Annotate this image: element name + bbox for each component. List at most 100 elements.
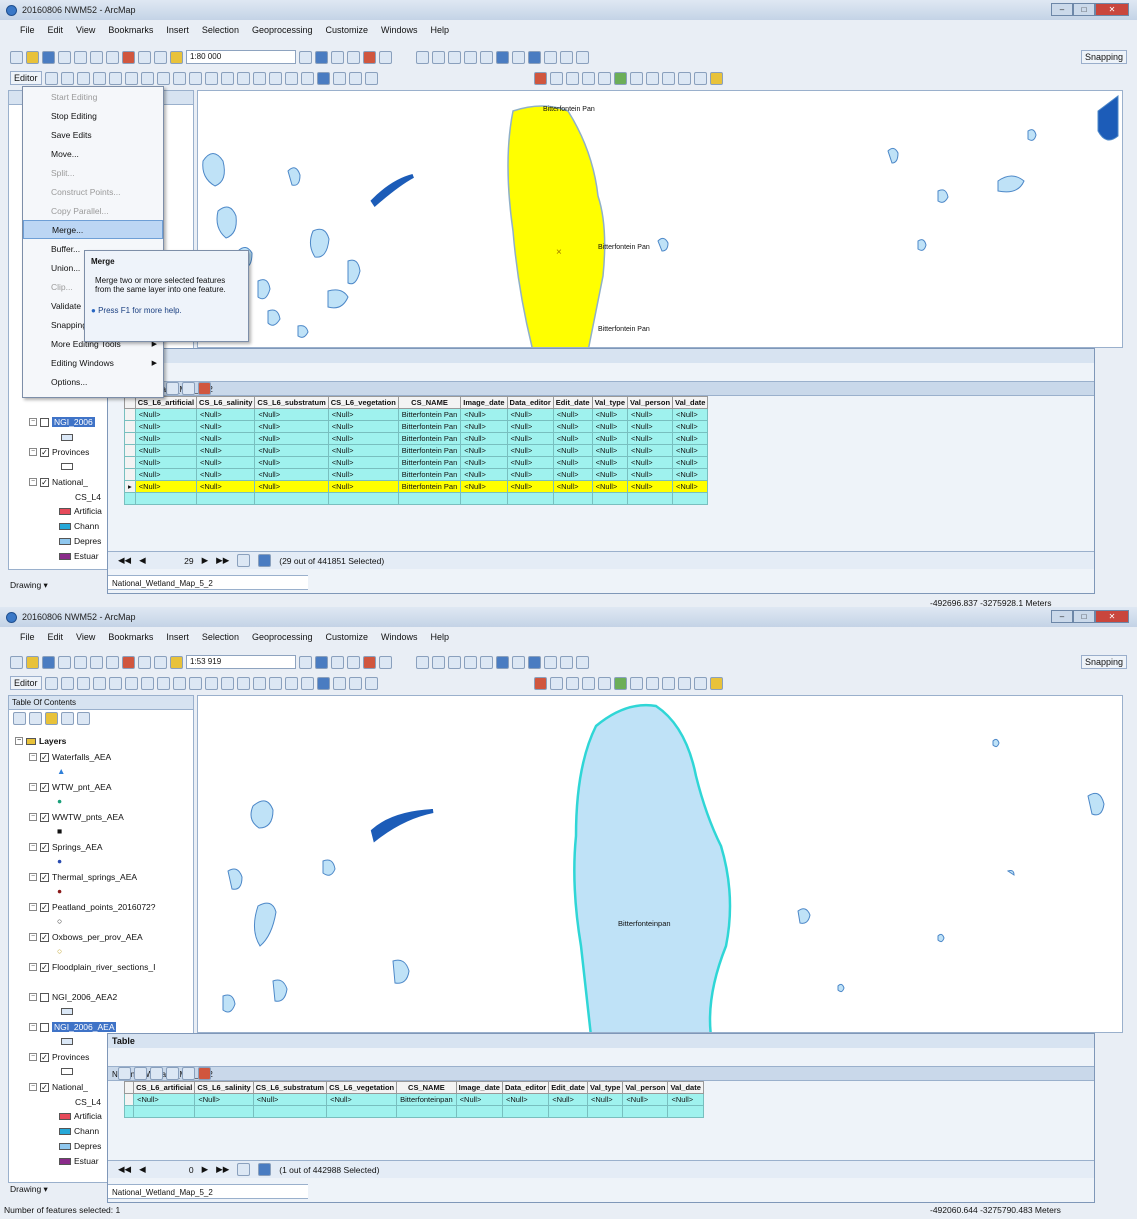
toc-layer-thermal-springs[interactable]: − ✓ Thermal_springs_AEA (29, 872, 137, 882)
cogo-icon[interactable] (661, 676, 675, 690)
table-cell[interactable]: <Null> (196, 432, 256, 445)
table-cell[interactable]: <Null> (254, 420, 329, 433)
split-icon[interactable] (156, 71, 170, 85)
attributes-icon[interactable] (188, 676, 202, 690)
edit-tool-icon[interactable] (44, 676, 58, 690)
table-cell[interactable]: <Null> (194, 1093, 254, 1106)
column-header[interactable]: CS_NAME (396, 1081, 457, 1094)
select-features-icon[interactable] (512, 655, 525, 669)
menu-view[interactable]: View (76, 25, 95, 35)
table-cell[interactable]: <Null> (196, 456, 256, 469)
trace-icon[interactable] (92, 71, 106, 85)
column-header[interactable]: Val_person (622, 1081, 669, 1094)
tracking-icon[interactable] (709, 676, 723, 690)
table-footer-tab[interactable]: National_Wetland_Map_5_2 (108, 575, 308, 590)
table-cell[interactable]: <Null> (134, 420, 198, 433)
table-cell[interactable]: <Null> (591, 432, 629, 445)
column-header[interactable]: Image_date (455, 1081, 503, 1094)
drawing-toolbar[interactable]: Drawing ▾ (10, 580, 48, 591)
cut-polygons-icon[interactable] (140, 71, 154, 85)
attributes-icon[interactable] (188, 71, 202, 85)
full-extent-icon[interactable] (464, 50, 477, 64)
toc-layer-national[interactable]: − ✓ National_ (29, 477, 88, 487)
menu-help[interactable]: Help (431, 25, 450, 35)
redo-icon[interactable] (154, 655, 167, 669)
back-extent-icon[interactable] (480, 50, 493, 64)
column-header[interactable]: Image_date (460, 396, 508, 409)
table-cell[interactable]: <Null> (133, 1093, 196, 1106)
column-header[interactable]: Val_type (586, 1081, 624, 1094)
column-header[interactable]: CS_L6_artificial (133, 1081, 196, 1094)
spatial-adjust-icon[interactable] (645, 71, 659, 85)
delete-selected-icon[interactable] (198, 1066, 211, 1080)
column-header[interactable]: CS_L6_vegetation (327, 396, 399, 409)
menu-geoprocessing[interactable]: Geoprocessing (252, 25, 313, 35)
snapping-dropdown[interactable]: Snapping (1080, 50, 1127, 64)
editor-toolbar-icon[interactable] (299, 50, 312, 64)
maximize-button[interactable]: □ (1073, 610, 1095, 623)
scale-combo[interactable]: 1:80 000 (186, 50, 296, 64)
minimize-button[interactable]: – (1051, 610, 1073, 623)
python-icon[interactable] (379, 655, 392, 669)
toc-layer-wwtw[interactable]: − ✓ WWTW_pnts_AEA (29, 812, 124, 822)
first-record-button[interactable]: ◀◀ (118, 555, 131, 566)
sketch-props-icon[interactable] (204, 676, 218, 690)
menu-insert[interactable]: Insert (166, 25, 189, 35)
menu-selection[interactable]: Selection (202, 25, 239, 35)
forward-extent-icon[interactable] (496, 655, 509, 669)
table-icon[interactable] (268, 676, 282, 690)
table-cell[interactable]: <Null> (327, 444, 399, 457)
table-cell[interactable]: <Null> (460, 456, 508, 469)
last-record-button[interactable]: ▶▶ (216, 555, 229, 566)
record-number[interactable]: 0 (154, 1165, 194, 1175)
new-icon[interactable] (10, 50, 23, 64)
sketch-props-icon[interactable] (204, 71, 218, 85)
row-selector[interactable] (124, 456, 136, 469)
column-header[interactable]: Val_date (672, 396, 709, 409)
menu-item-split[interactable]: Split... (23, 163, 163, 182)
cogo-icon[interactable] (661, 71, 675, 85)
catalog-icon[interactable] (331, 50, 344, 64)
table-cell[interactable]: <Null> (591, 420, 629, 433)
table-cell[interactable]: <Null> (327, 420, 399, 433)
table-cell[interactable]: <Null> (672, 420, 709, 433)
table-cell[interactable]: <Null> (552, 408, 593, 421)
table-cell[interactable]: <Null> (552, 480, 593, 493)
table-cell[interactable]: <Null> (134, 444, 198, 457)
open-icon[interactable] (26, 50, 39, 64)
toc-layer-provinces[interactable]: − ✓ Provinces (29, 447, 89, 457)
delete-icon[interactable] (122, 655, 135, 669)
table-cell[interactable]: <Null> (626, 468, 674, 481)
menu-windows[interactable]: Windows (381, 25, 418, 35)
layout-icon[interactable] (236, 71, 250, 85)
table-row[interactable]: <Null> <Null> <Null> <Null> Bitterfontein Pa… (124, 468, 709, 481)
identify-icon[interactable] (528, 655, 541, 669)
show-all-icon[interactable] (237, 554, 251, 567)
chart-icon[interactable] (300, 676, 314, 690)
table-cell[interactable]: <Null> (134, 432, 198, 445)
table-cell[interactable]: <Null> (501, 1093, 550, 1106)
toc-layer-oxbows[interactable]: − ✓ Oxbows_per_prov_AEA (29, 932, 143, 942)
sketch-tool-icon[interactable] (60, 71, 74, 85)
table-cell[interactable]: <Null> (672, 444, 709, 457)
table-cell[interactable]: <Null> (552, 420, 593, 433)
clear-selection-icon[interactable] (182, 1066, 195, 1080)
map-view[interactable]: × Bitterfontein Pan Bitterfontein Pan Bi… (197, 90, 1123, 348)
list-by-source-icon[interactable] (29, 712, 42, 725)
georef-icon[interactable] (364, 676, 378, 690)
graphics-icon[interactable] (252, 71, 266, 85)
column-header[interactable]: CS_NAME (397, 396, 462, 409)
toc-layer-national[interactable]: − ✓ National_ (29, 1082, 88, 1092)
snap-edge-icon[interactable] (597, 71, 611, 85)
rotate-icon[interactable] (172, 71, 186, 85)
python-icon[interactable] (379, 50, 392, 64)
zoom-in-icon[interactable] (416, 655, 429, 669)
switch-selection-icon[interactable] (166, 381, 179, 395)
table-cell[interactable]: <Null> (622, 1093, 669, 1106)
table-cell[interactable]: <Null> (506, 444, 554, 457)
table-cell[interactable]: <Null> (626, 420, 674, 433)
toc-layer-peatland[interactable]: − ✓ Peatland_points_2016072? (29, 902, 156, 912)
table-cell[interactable]: <Null> (506, 408, 554, 421)
toc-layer-wtw[interactable]: − ✓ WTW_pnt_AEA (29, 782, 112, 792)
font-icon[interactable] (348, 676, 362, 690)
